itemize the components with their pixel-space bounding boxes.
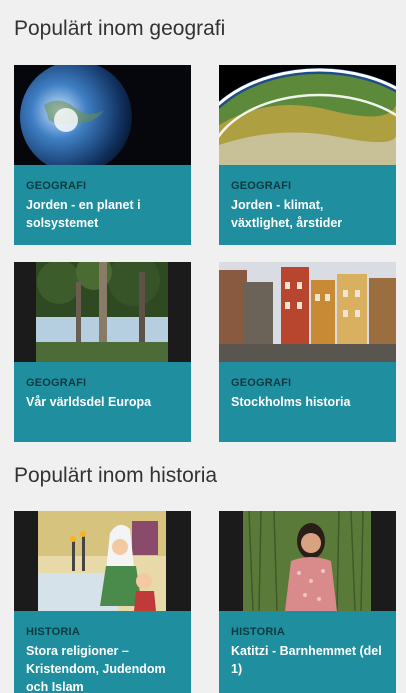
card-title[interactable]: Stora religioner – Kristendom, Judendom … — [26, 642, 183, 693]
card-category: HISTORIA — [26, 626, 80, 638]
thumbnail-stockholm-square — [219, 262, 396, 362]
card-title[interactable]: Jorden - klimat, växtlighet, årstider — [231, 196, 388, 232]
card-var-varldsdel-europa[interactable]: GEOGRAFI Vår världsdel Europa — [14, 262, 191, 442]
card-category: GEOGRAFI — [231, 377, 292, 389]
card-category: HISTORIA — [231, 626, 285, 638]
thumbnail-religion-illustration — [14, 511, 191, 611]
card-stora-religioner[interactable]: HISTORIA Stora religioner – Kristendom, … — [14, 511, 191, 693]
card-jorden-planet[interactable]: GEOGRAFI Jorden - en planet i solsysteme… — [14, 65, 191, 245]
card-category: GEOGRAFI — [231, 180, 292, 192]
card-category: GEOGRAFI — [26, 180, 87, 192]
card-title[interactable]: Stockholms historia — [231, 393, 388, 411]
card-katitzi-barnhemmet[interactable]: HISTORIA Katitzi - Barnhemmet (del 1) — [219, 511, 396, 693]
card-jorden-klimat[interactable]: GEOGRAFI Jorden - klimat, växtlighet, år… — [219, 65, 396, 245]
thumbnail-earth-closeup — [219, 65, 396, 165]
card-title[interactable]: Katitzi - Barnhemmet (del 1) — [231, 642, 388, 678]
card-title[interactable]: Jorden - en planet i solsystemet — [26, 196, 183, 232]
thumbnail-girl-in-grass — [219, 511, 396, 611]
section-title-geografi: Populärt inom geografi — [14, 17, 226, 40]
card-stockholms-historia[interactable]: GEOGRAFI Stockholms historia — [219, 262, 396, 442]
card-title[interactable]: Vår världsdel Europa — [26, 393, 183, 411]
section-title-historia: Populärt inom historia — [14, 464, 218, 487]
thumbnail-forest-trees — [14, 262, 191, 362]
card-category: GEOGRAFI — [26, 377, 87, 389]
thumbnail-earth-in-space — [14, 65, 191, 165]
